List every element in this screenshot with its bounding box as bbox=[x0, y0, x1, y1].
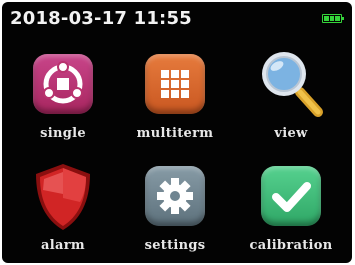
checkmark-icon bbox=[261, 166, 321, 226]
gear-icon bbox=[145, 166, 205, 226]
app-single[interactable]: single bbox=[6, 46, 116, 156]
app-label: alarm bbox=[41, 238, 85, 253]
app-label: settings bbox=[144, 238, 206, 253]
app-view[interactable]: view bbox=[234, 46, 344, 156]
app-calibration[interactable]: calibration bbox=[234, 158, 344, 263]
app-alarm[interactable]: alarm bbox=[6, 158, 116, 263]
battery-icon bbox=[322, 14, 344, 23]
magnifier-icon bbox=[256, 48, 326, 118]
app-label: view bbox=[274, 126, 308, 141]
app-label: calibration bbox=[249, 238, 333, 253]
app-settings[interactable]: settings bbox=[118, 158, 228, 263]
app-label: single bbox=[40, 126, 86, 141]
grid-icon bbox=[145, 54, 205, 114]
shield-icon bbox=[30, 162, 96, 232]
app-label: multiterm bbox=[136, 126, 214, 141]
single-target-icon bbox=[33, 54, 93, 114]
device-screen: 2018-03-17 11:55 single multiterm view a… bbox=[2, 2, 352, 263]
status-bar: 2018-03-17 11:55 bbox=[2, 2, 352, 36]
app-multiterm[interactable]: multiterm bbox=[118, 46, 228, 156]
datetime: 2018-03-17 11:55 bbox=[10, 8, 192, 29]
